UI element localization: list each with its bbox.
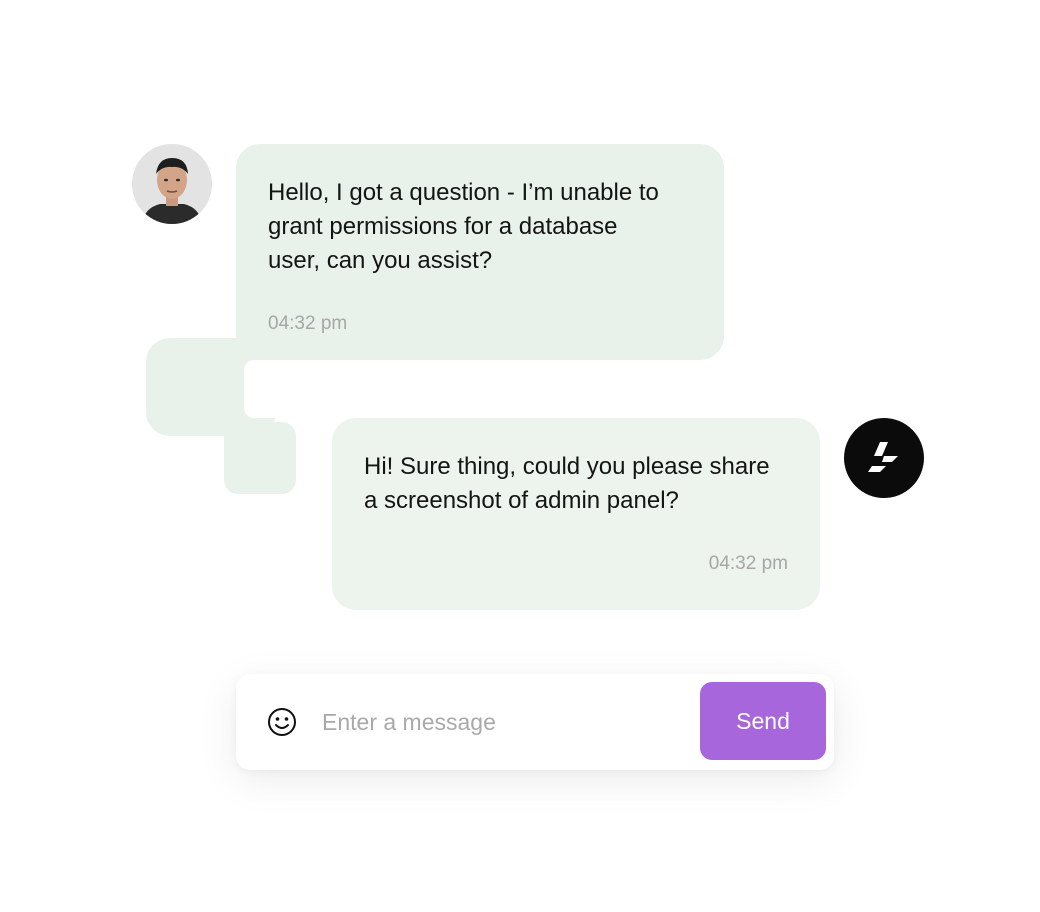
send-button[interactable]: Send [700, 682, 826, 760]
agent-message-bubble: Hi! Sure thing, could you please share a… [332, 418, 820, 610]
user-message-bubble: Hello, I got a question - I’m unable to … [236, 144, 724, 360]
decorative-shape [224, 422, 296, 494]
agent-logo-icon [868, 442, 898, 472]
smiley-face-icon[interactable] [266, 706, 298, 738]
message-timestamp: 04:32 pm [268, 313, 348, 334]
user-avatar [132, 144, 212, 224]
message-timestamp: 04:32 pm [708, 553, 788, 574]
message-composer: Send [236, 674, 834, 770]
message-input[interactable] [322, 702, 662, 742]
agent-avatar [844, 418, 924, 498]
message-text: Hi! Sure thing, could you please share a… [364, 453, 770, 514]
person-icon [132, 144, 212, 224]
message-text: Hello, I got a question - I’m unable to … [268, 179, 659, 274]
decorative-cutout [244, 360, 304, 418]
